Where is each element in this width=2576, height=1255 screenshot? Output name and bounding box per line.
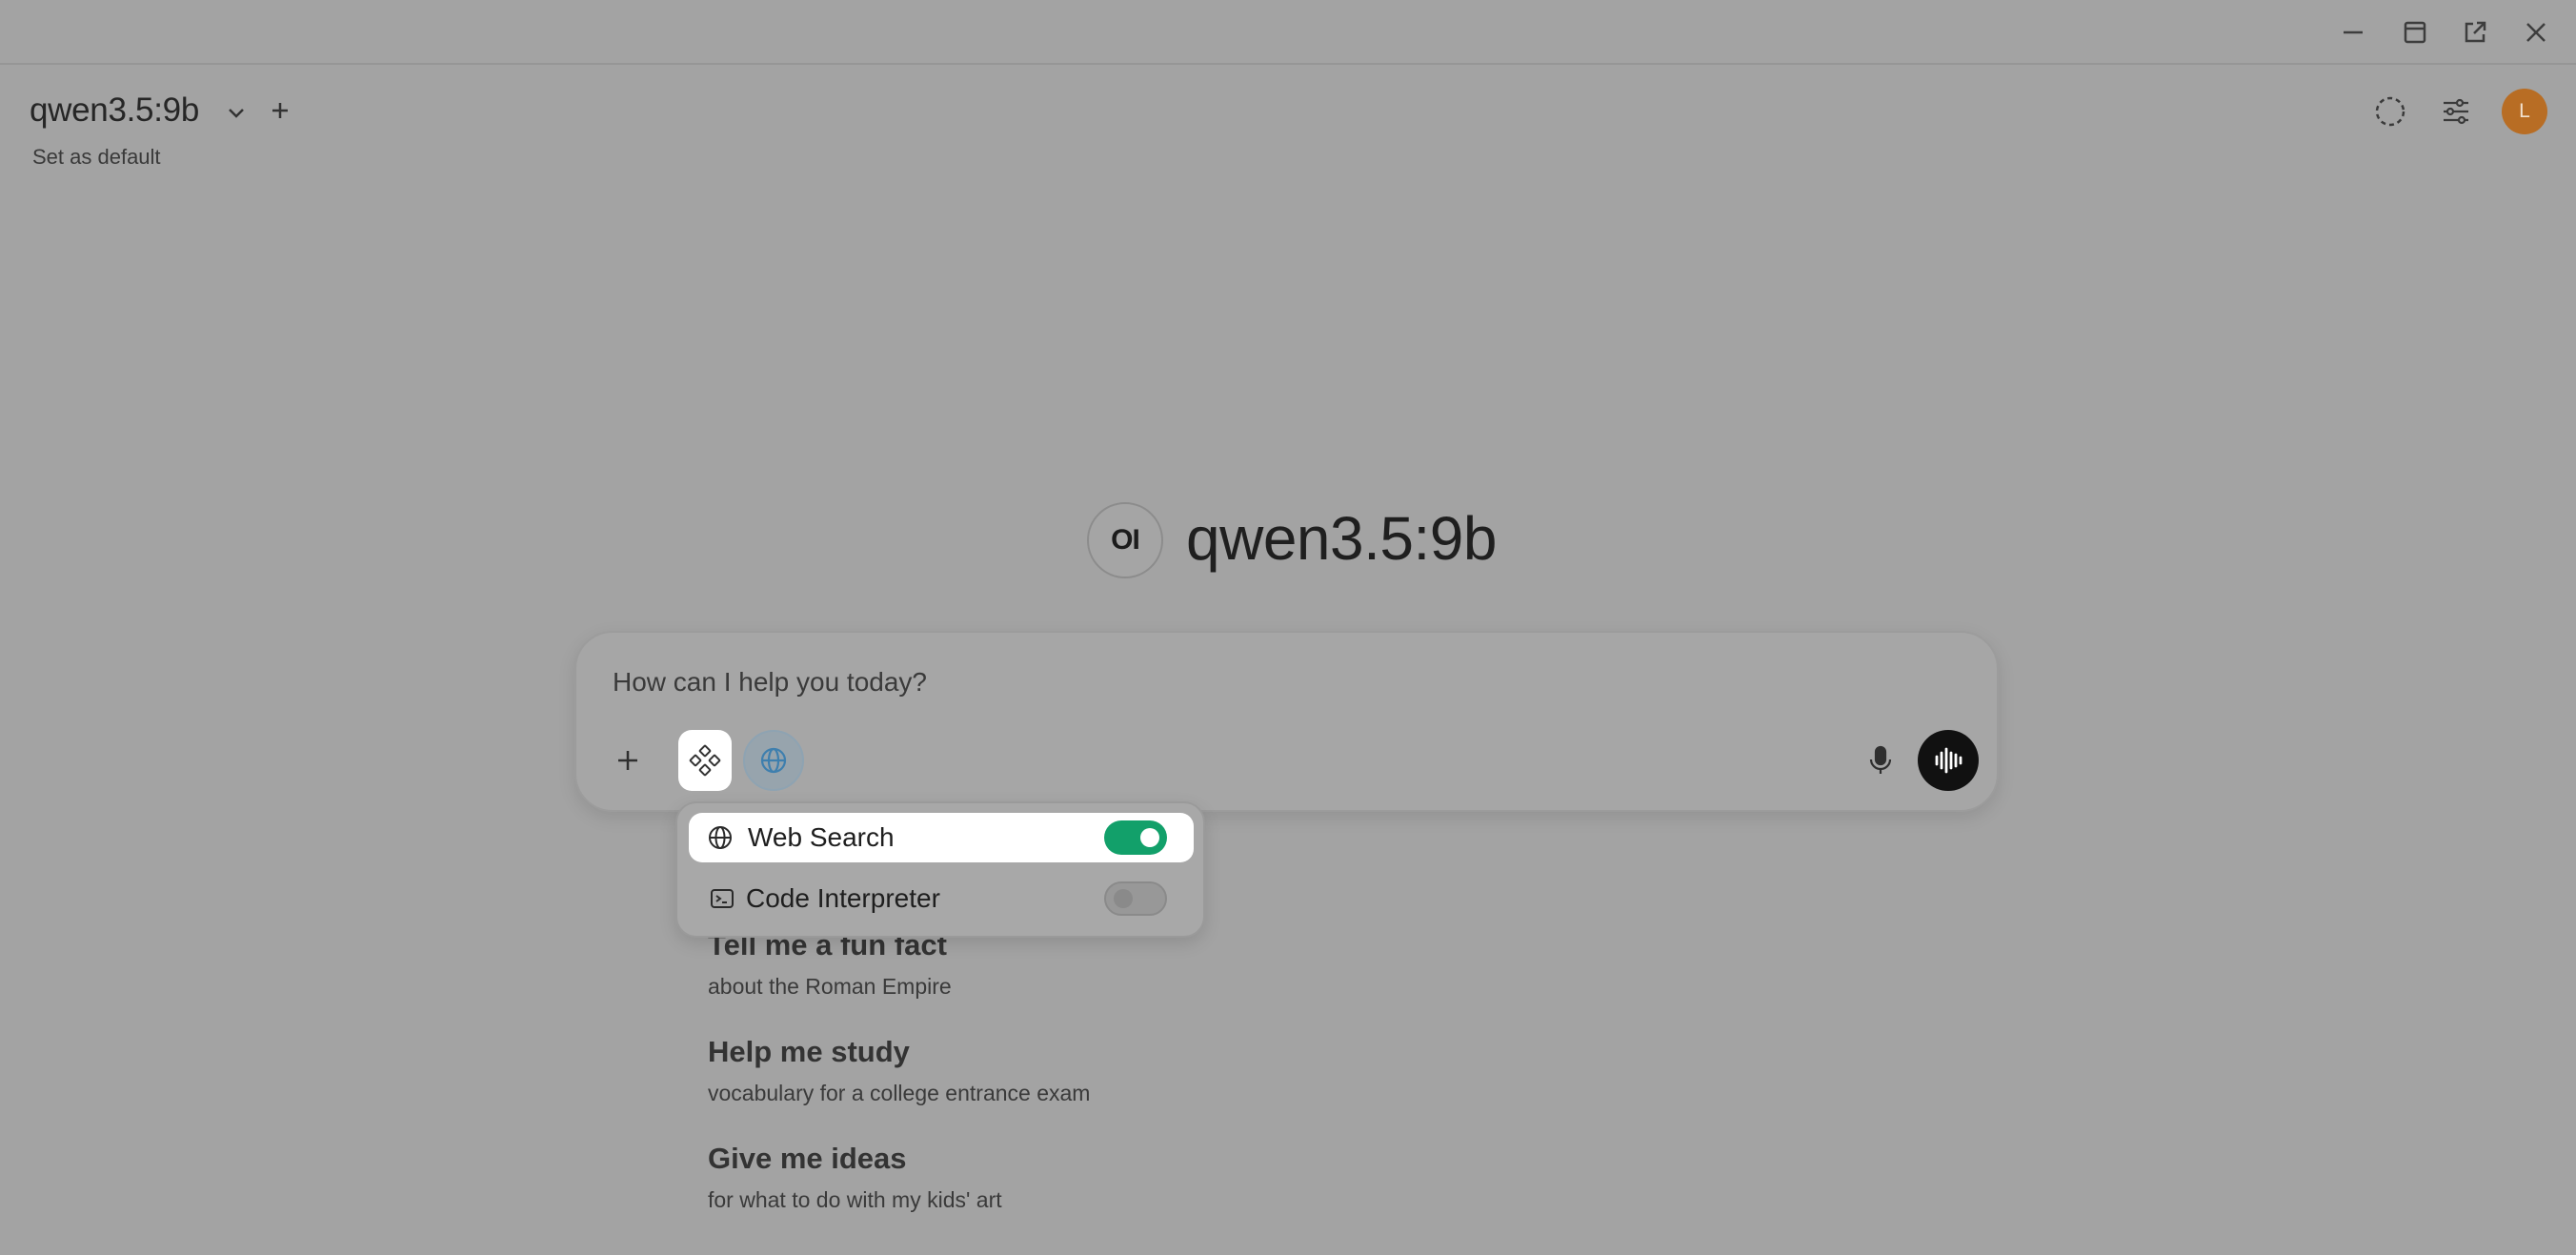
model-selector[interactable]: qwen3.5:9b — [30, 91, 199, 130]
menu-item-label: Code Interpreter — [746, 883, 940, 913]
set-as-default-link[interactable]: Set as default — [32, 145, 161, 170]
plus-icon[interactable] — [607, 739, 649, 781]
suggestion-subtitle: about the Roman Empire — [708, 974, 952, 999]
suggestion-item[interactable]: Help me study vocabulary for a college e… — [708, 1035, 1090, 1106]
temporary-chat-icon[interactable] — [2368, 90, 2412, 133]
suggestion-item[interactable]: Give me ideas for what to do with my kid… — [708, 1142, 1002, 1213]
menu-item-code-interpreter[interactable]: Code Interpreter — [689, 874, 1194, 923]
message-composer — [574, 631, 1999, 812]
close-icon[interactable] — [2513, 10, 2559, 55]
microphone-icon[interactable] — [1860, 739, 1902, 781]
suggestion-subtitle: for what to do with my kids' art — [708, 1187, 1002, 1212]
tools-menu: Web Search Code Interpreter — [675, 801, 1205, 938]
avatar[interactable]: L — [2502, 89, 2547, 134]
chevron-down-icon[interactable] — [223, 99, 250, 126]
suggestion-title: Give me ideas — [708, 1142, 907, 1175]
web-search-switch[interactable] — [1104, 820, 1167, 855]
suggestion-subtitle: vocabulary for a college entrance exam — [708, 1081, 1091, 1105]
suggestion-title: Help me study — [708, 1035, 910, 1068]
prompt-input[interactable] — [613, 667, 1851, 698]
model-logo: OI — [1087, 502, 1163, 578]
settings-sliders-icon[interactable] — [2434, 90, 2478, 133]
page-title: qwen3.5:9b — [1186, 504, 1497, 573]
web-search-toggle-button[interactable] — [743, 730, 804, 791]
terminal-icon — [706, 882, 738, 915]
voice-mode-button[interactable] — [1918, 730, 1979, 791]
add-model-icon[interactable] — [266, 96, 294, 125]
suggestion-item[interactable]: Tell me a fun fact about the Roman Empir… — [708, 928, 952, 1000]
code-interpreter-switch[interactable] — [1104, 881, 1167, 916]
minimize-icon[interactable] — [2330, 10, 2376, 55]
popout-icon[interactable] — [2452, 10, 2498, 55]
restore-icon[interactable] — [2392, 10, 2438, 55]
tools-button[interactable] — [678, 730, 732, 791]
globe-icon — [704, 821, 736, 854]
menu-item-web-search[interactable]: Web Search — [689, 813, 1194, 862]
window-titlebar — [0, 0, 2576, 65]
menu-item-label: Web Search — [748, 822, 895, 852]
